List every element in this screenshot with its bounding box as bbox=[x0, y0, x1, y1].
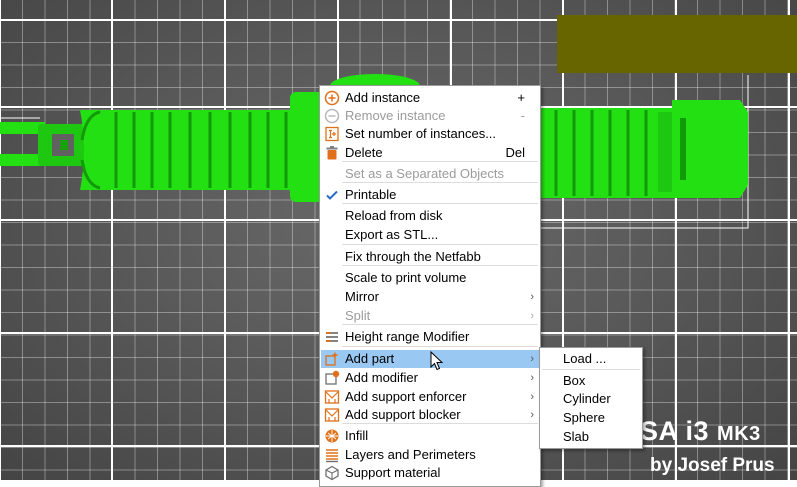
menu-item-infill[interactable]: Infill bbox=[321, 427, 539, 445]
object-context-menu: Add instance + Remove instance - Set number … bbox=[319, 85, 541, 487]
submenu-item-sphere[interactable]: Sphere bbox=[541, 409, 641, 427]
menu-item-support-material[interactable]: Support material bbox=[321, 464, 539, 482]
menu-separator bbox=[342, 346, 538, 347]
instances-icon bbox=[324, 126, 340, 142]
add-part-icon bbox=[324, 351, 340, 367]
height-range-icon bbox=[324, 329, 340, 345]
menu-item-label: Infill bbox=[345, 428, 369, 443]
add-modifier-icon bbox=[324, 370, 340, 386]
menu-item-label: Export as STL... bbox=[345, 227, 439, 242]
support-blocker-icon bbox=[324, 407, 340, 423]
menu-item-export-as-stl[interactable]: Export as STL... bbox=[321, 226, 539, 244]
menu-item-label: Printable bbox=[345, 187, 397, 202]
plus-circle-icon bbox=[324, 90, 340, 106]
menu-item-shortcut: + bbox=[517, 90, 525, 105]
menu-item-label: Set number of instances... bbox=[345, 126, 497, 141]
menu-item-label: Delete bbox=[345, 145, 383, 160]
menu-item-label: Fix through the Netfabb bbox=[345, 249, 481, 264]
menu-item-add-modifier[interactable]: Add modifier › bbox=[321, 369, 539, 387]
menu-item-fix-through-the-netfabb[interactable]: Fix through the Netfabb bbox=[321, 248, 539, 266]
submenu-item-cylinder[interactable]: Cylinder bbox=[541, 390, 641, 408]
trash-icon bbox=[324, 145, 340, 161]
menu-item-label: Add modifier bbox=[345, 370, 418, 385]
submenu-arrow-icon: › bbox=[530, 353, 534, 365]
layers-icon bbox=[324, 447, 340, 463]
submenu-item-label: Load ... bbox=[563, 351, 607, 366]
menu-item-layers-and-perimeters[interactable]: Layers and Perimeters bbox=[321, 446, 539, 464]
submenu-item-label: Slab bbox=[563, 429, 590, 444]
support-enforcer-icon bbox=[324, 389, 340, 405]
menu-item-remove-instance: Remove instance - bbox=[321, 107, 539, 125]
menu-item-mirror[interactable]: Mirror › bbox=[321, 288, 539, 306]
menu-separator bbox=[542, 369, 640, 370]
infill-icon bbox=[324, 428, 340, 444]
submenu-item-label: Cylinder bbox=[563, 391, 611, 406]
menu-item-label: Remove instance bbox=[345, 108, 446, 123]
menu-item-split: Split › bbox=[321, 307, 539, 325]
menu-item-add-support-blocker[interactable]: Add support blocker › bbox=[321, 406, 539, 424]
menu-item-label: Add instance bbox=[345, 90, 421, 105]
check-icon bbox=[324, 187, 340, 203]
menu-item-add-instance[interactable]: Add instance + bbox=[321, 89, 539, 107]
submenu-arrow-icon: › bbox=[530, 310, 534, 322]
menu-item-height-range-modifier[interactable]: Height range Modifier bbox=[321, 328, 539, 346]
submenu-arrow-icon: › bbox=[530, 291, 534, 303]
submenu-arrow-icon: › bbox=[530, 391, 534, 403]
menu-item-label: Reload from disk bbox=[345, 208, 443, 223]
menu-item-set-as-a-separated-objects: Set as a Separated Objects bbox=[321, 165, 539, 183]
menu-item-label: Split bbox=[345, 308, 371, 323]
menu-item-scale-to-print-volume[interactable]: Scale to print volume bbox=[321, 269, 539, 287]
minus-circle-icon bbox=[324, 108, 340, 124]
menu-item-add-support-enforcer[interactable]: Add support enforcer › bbox=[321, 388, 539, 406]
menu-item-printable[interactable]: Printable bbox=[321, 186, 539, 204]
submenu-item-label: Sphere bbox=[563, 410, 605, 425]
menu-item-shortcut: Del bbox=[505, 145, 525, 160]
menu-item-label: Mirror bbox=[345, 289, 379, 304]
menu-item-label: Set as a Separated Objects bbox=[345, 166, 504, 181]
submenu-arrow-icon: › bbox=[530, 409, 534, 421]
menu-item-label: Height range Modifier bbox=[345, 329, 470, 344]
menu-item-label: Add support blocker bbox=[345, 407, 461, 422]
menu-item-delete[interactable]: Delete Del bbox=[321, 144, 539, 162]
model-band-right bbox=[538, 108, 678, 198]
submenu-item-load[interactable]: Load ... bbox=[541, 350, 641, 368]
submenu-item-label: Box bbox=[563, 373, 586, 388]
menu-item-label: Add part bbox=[345, 351, 395, 366]
model-buckle-pin bbox=[60, 140, 68, 150]
menu-item-shortcut: - bbox=[520, 108, 525, 123]
menu-item-label: Layers and Perimeters bbox=[345, 447, 476, 462]
menu-separator bbox=[342, 244, 538, 245]
submenu-item-box[interactable]: Box bbox=[541, 372, 641, 390]
submenu-arrow-icon: › bbox=[530, 372, 534, 384]
add-part-submenu: Load ... Box Cylinder Sphere Slab bbox=[539, 347, 643, 449]
menu-item-label: Add support enforcer bbox=[345, 389, 467, 404]
menu-item-reload-from-disk[interactable]: Reload from disk bbox=[321, 207, 539, 225]
menu-item-label: Support material bbox=[345, 465, 441, 480]
submenu-item-slab[interactable]: Slab bbox=[541, 428, 641, 446]
support-material-icon bbox=[324, 465, 340, 481]
mouse-cursor-icon bbox=[430, 351, 444, 371]
menu-item-set-number-of-instances[interactable]: Set number of instances... bbox=[321, 125, 539, 143]
menu-item-label: Scale to print volume bbox=[345, 270, 467, 285]
